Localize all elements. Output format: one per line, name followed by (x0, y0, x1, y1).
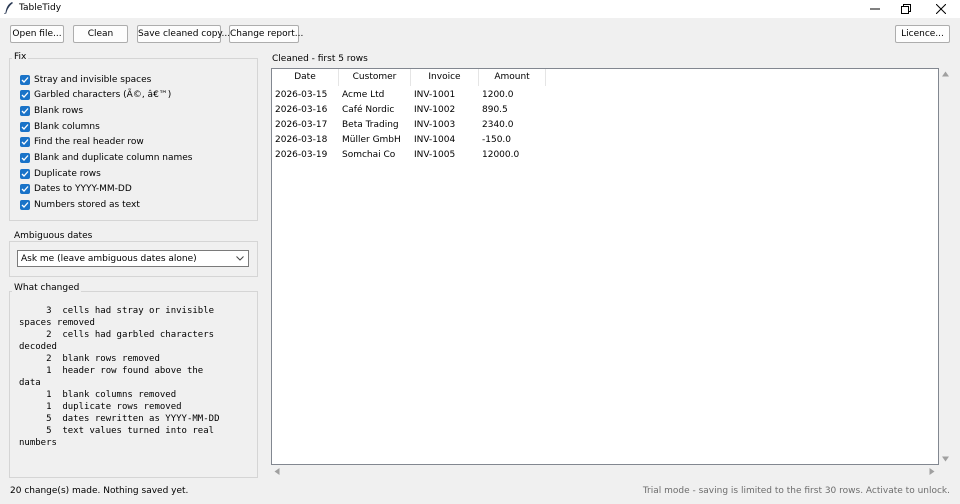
close-button[interactable] (924, 0, 958, 18)
option-column-names[interactable]: Blank and duplicate column names (20, 152, 192, 164)
open-file-button[interactable]: Open file... (10, 25, 64, 43)
preview-title: Cleaned - first 5 rows (272, 54, 368, 64)
scroll-left-icon[interactable] (274, 468, 280, 475)
what-changed-label: What changed (12, 283, 82, 293)
cell-customer: Somchai Co (342, 150, 396, 160)
feather-icon (4, 2, 13, 14)
scroll-up-icon[interactable] (942, 71, 949, 77)
option-stray-spaces[interactable]: Stray and invisible spaces (20, 74, 151, 86)
scroll-down-icon[interactable] (942, 456, 949, 462)
cell-amount: 1200.0 (482, 90, 514, 100)
checkbox-checked-icon[interactable] (20, 106, 30, 116)
option-label: Numbers stored as text (34, 200, 140, 210)
ambiguous-dates-select[interactable]: Ask me (leave ambiguous dates alone) (17, 250, 249, 267)
status-message: 20 change(s) made. Nothing saved yet. (10, 486, 189, 496)
cell-amount: 2340.0 (482, 120, 514, 130)
cell-amount: 890.5 (482, 105, 508, 115)
cell-customer: Acme Ltd (342, 90, 385, 100)
chevron-down-icon (236, 256, 244, 261)
checkbox-checked-icon[interactable] (20, 137, 30, 147)
minimize-icon (870, 8, 880, 10)
what-changed-text: 3 cells had stray or invisible spaces re… (19, 306, 220, 448)
option-label: Duplicate rows (34, 169, 101, 179)
cell-date: 2026-03-15 (275, 90, 328, 100)
option-blank-columns[interactable]: Blank columns (20, 121, 100, 133)
cell-customer: Café Nordic (342, 105, 395, 115)
option-blank-rows[interactable]: Blank rows (20, 105, 83, 117)
checkbox-checked-icon[interactable] (20, 184, 30, 194)
checkbox-checked-icon[interactable] (20, 153, 30, 163)
option-label: Stray and invisible spaces (34, 75, 152, 85)
option-label: Dates to YYYY-MM-DD (34, 184, 132, 194)
checkbox-checked-icon[interactable] (20, 75, 30, 85)
checkbox-checked-icon[interactable] (20, 169, 30, 179)
change-report-button[interactable]: Change report... (229, 25, 303, 43)
window-title: TableTidy (19, 3, 62, 13)
checkbox-checked-icon[interactable] (20, 90, 30, 100)
checkbox-checked-icon[interactable] (20, 122, 30, 132)
title-bar: TableTidy (0, 0, 960, 18)
save-cleaned-copy-button[interactable]: Save cleaned copy... (137, 25, 230, 43)
clean-button[interactable]: Clean (73, 25, 128, 43)
cell-invoice: INV-1004 (414, 135, 456, 145)
cell-date: 2026-03-19 (275, 150, 328, 160)
scroll-right-icon[interactable] (929, 468, 935, 475)
close-icon (936, 4, 946, 14)
column-header-amount[interactable]: Amount (479, 69, 546, 86)
fix-group-label: Fix (12, 52, 29, 62)
checkbox-checked-icon[interactable] (20, 200, 30, 210)
ambiguous-dates-label: Ambiguous dates (12, 231, 95, 241)
cell-amount: 12000.0 (482, 150, 520, 160)
option-label: Garbled characters (Ã©, â€™) (34, 90, 172, 100)
option-find-header-row[interactable]: Find the real header row (20, 136, 144, 148)
option-duplicate-rows[interactable]: Duplicate rows (20, 168, 101, 180)
cell-customer: Beta Trading (342, 120, 399, 130)
minimize-button[interactable] (858, 0, 892, 18)
option-garbled-characters[interactable]: Garbled characters (Ã©, â€™) (20, 89, 171, 101)
option-label: Find the real header row (34, 137, 144, 147)
cell-invoice: INV-1002 (414, 105, 456, 115)
ambiguous-dates-value: Ask me (leave ambiguous dates alone) (21, 254, 197, 264)
option-label: Blank and duplicate column names (34, 153, 193, 163)
option-numbers-as-text[interactable]: Numbers stored as text (20, 199, 140, 211)
cell-date: 2026-03-18 (275, 135, 328, 145)
licence-button[interactable]: Licence... (895, 25, 950, 43)
cell-customer: Müller GmbH (342, 135, 401, 145)
restore-button[interactable] (889, 0, 923, 18)
trial-notice: Trial mode - saving is limited to the fi… (642, 486, 950, 496)
option-label: Blank rows (34, 106, 84, 116)
option-dates[interactable]: Dates to YYYY-MM-DD (20, 183, 132, 195)
restore-icon (901, 4, 911, 14)
cell-amount: -150.0 (482, 135, 512, 145)
column-header-customer[interactable]: Customer (339, 69, 411, 86)
cell-invoice: INV-1003 (414, 120, 456, 130)
cell-invoice: INV-1001 (414, 90, 456, 100)
cell-date: 2026-03-16 (275, 105, 328, 115)
column-header-invoice[interactable]: Invoice (411, 69, 479, 86)
column-header-date[interactable]: Date (272, 69, 339, 86)
cell-invoice: INV-1005 (414, 150, 456, 160)
option-label: Blank columns (34, 122, 100, 132)
cell-date: 2026-03-17 (275, 120, 328, 130)
